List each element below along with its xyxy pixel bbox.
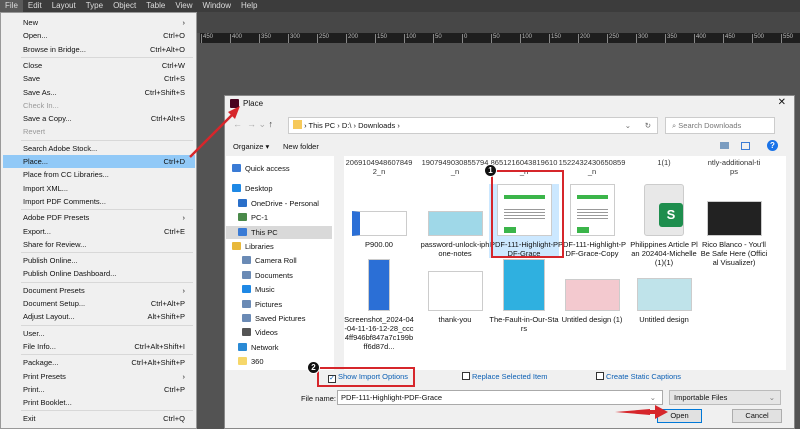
arrow-to-open: [615, 409, 650, 415]
annotation-arrows: [189, 106, 668, 419]
arrow-to-dialog: [189, 114, 233, 158]
